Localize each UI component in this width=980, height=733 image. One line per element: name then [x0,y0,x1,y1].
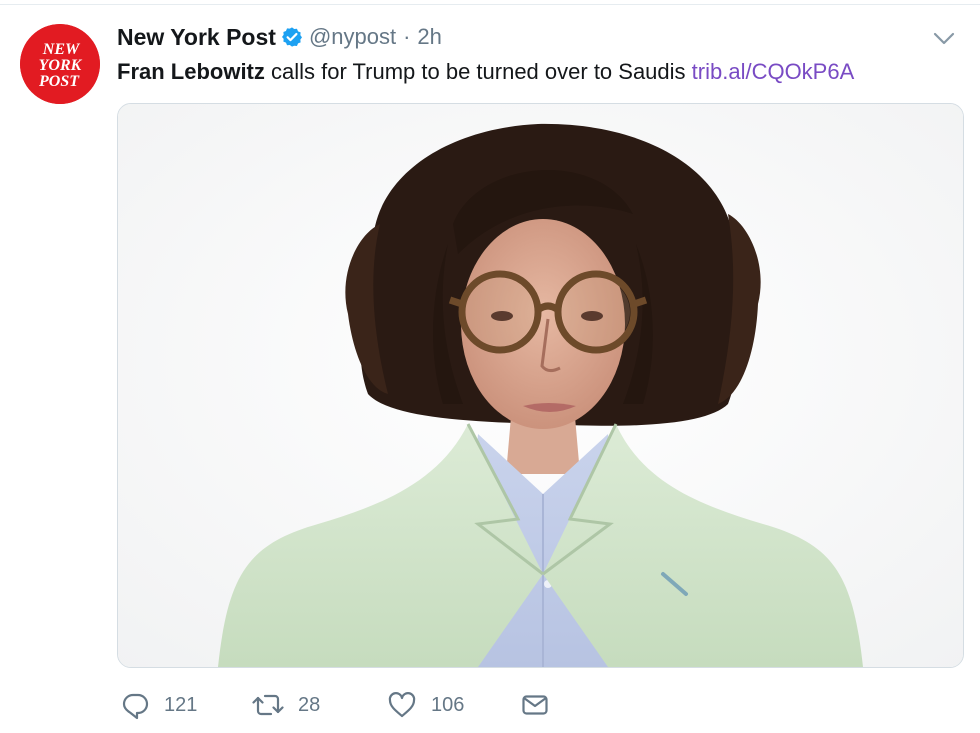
handle[interactable]: @nypost [309,24,396,50]
separator-dot: · [403,24,411,49]
reply-icon [122,693,149,720]
tweet[interactable]: NEW YORK POST New York Post @nypost · 2h… [0,0,980,733]
tweet-actions: 121 28 106 [117,688,717,722]
tweet-text-body: calls for Trump to be turned over to Sau… [264,59,692,84]
timestamp[interactable]: 2h [417,24,441,50]
portrait-image [118,104,963,667]
retweet-icon [252,694,284,716]
nypost-logo: NEW YORK POST [20,24,100,104]
tweet-text: Fran Lebowitz calls for Trump to be turn… [117,58,854,86]
direct-message-button[interactable] [520,688,550,722]
like-count: 106 [431,693,465,716]
envelope-icon [522,695,548,715]
retweet-button[interactable]: 28 [252,688,320,722]
retweet-count: 28 [298,693,321,716]
verified-badge-icon [281,26,303,48]
avatar[interactable]: NEW YORK POST [20,24,100,104]
tweet-link[interactable]: trib.al/CQOkP6A [692,59,855,84]
tweet-photo[interactable] [117,103,964,668]
tweet-header: New York Post @nypost · 2h [117,22,442,52]
avatar-text-1: NEW [42,41,81,58]
reply-count: 121 [164,693,198,716]
avatar-text-2: YORK [39,57,83,74]
like-button[interactable]: 106 [387,688,464,722]
display-name[interactable]: New York Post [117,24,276,51]
reply-button[interactable]: 121 [120,688,197,722]
more-options-chevron-icon[interactable] [932,30,956,48]
heart-icon [388,692,416,718]
tweet-text-bold: Fran Lebowitz [117,59,265,84]
avatar-text-3: POST [38,73,80,90]
